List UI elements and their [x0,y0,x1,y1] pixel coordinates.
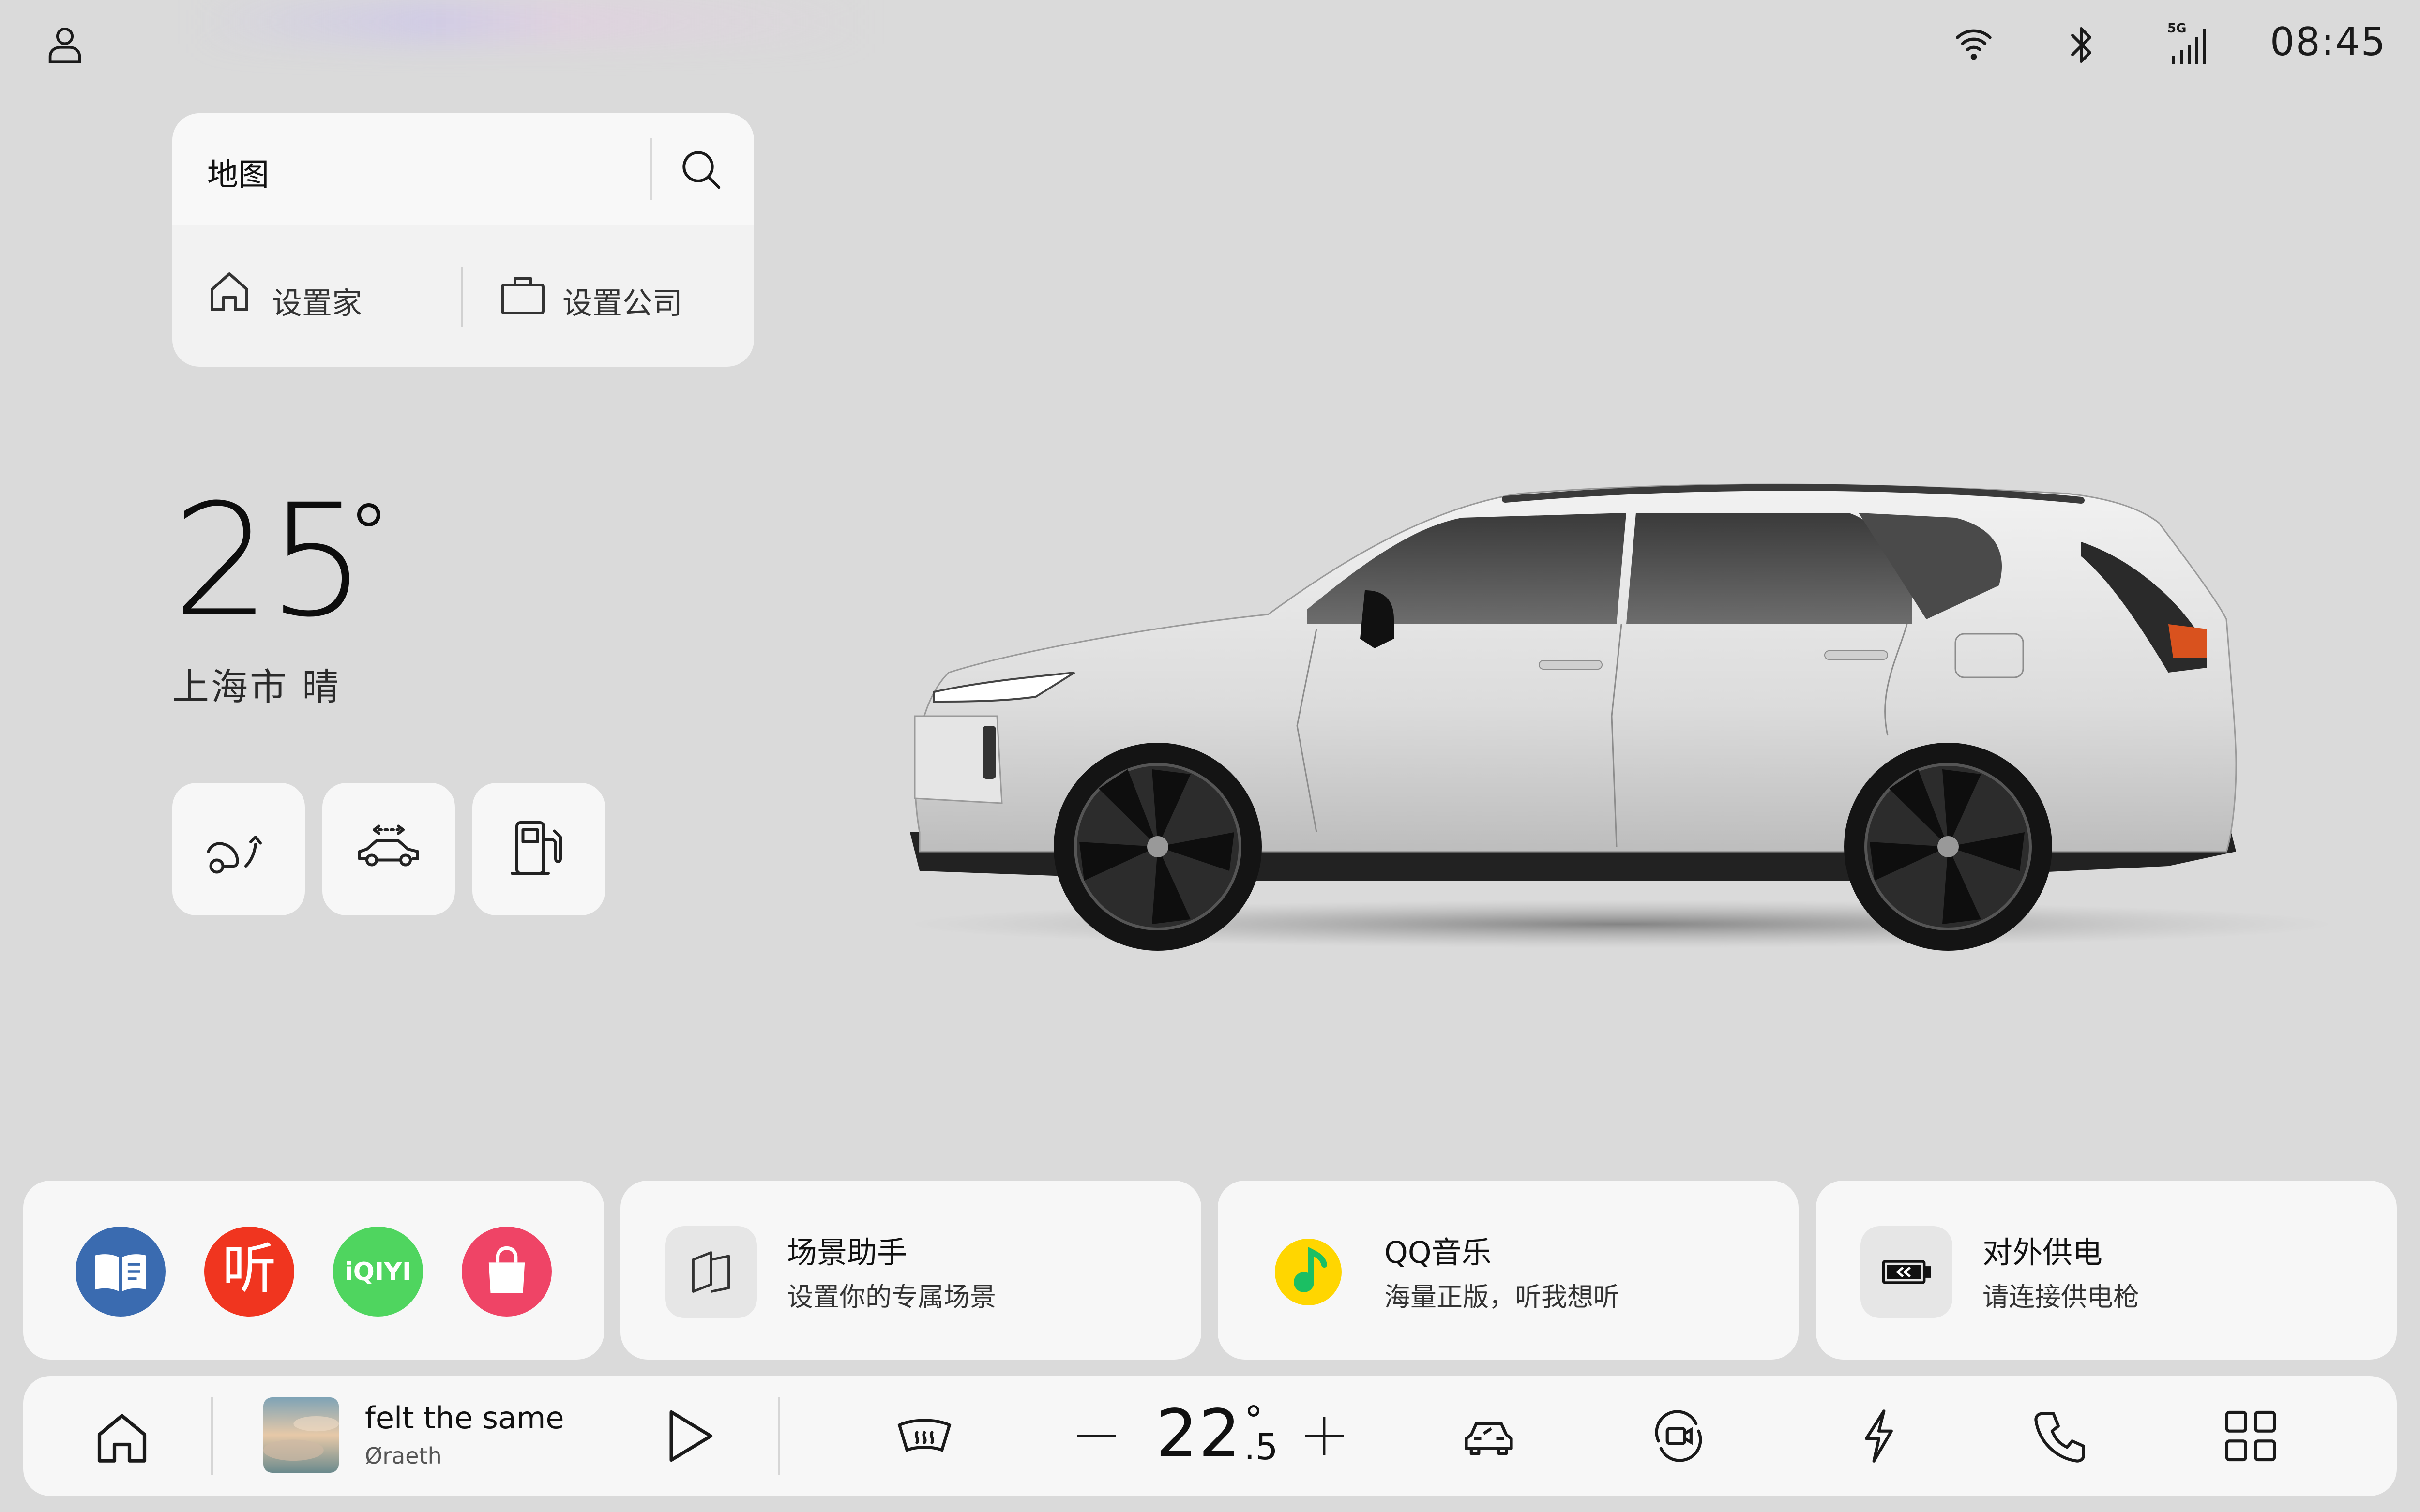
scene-assistant-title: 场景助手 [787,1235,908,1270]
qq-music-subtitle: 海量正版，听我想听 [1384,1282,1619,1312]
map-search-bar[interactable]: 地图 [172,113,754,225]
home-icon[interactable] [206,268,253,314]
scene-assistant-widget[interactable]: 场景助手 设置你的专属场景 [620,1181,1201,1360]
driving-camera-icon[interactable] [1649,1406,1709,1466]
car-settings-icon[interactable] [1459,1406,1519,1466]
clock-time: 08:45 [2270,19,2387,64]
apps-widget: 听 iQIYI [23,1181,604,1360]
temperature-degree-symbol [1248,1405,1259,1417]
dock-separator [211,1397,213,1475]
user-icon[interactable] [46,25,83,66]
network-type-label: 5G [2167,21,2187,36]
degree-symbol [357,503,380,526]
play-icon[interactable] [654,1402,722,1470]
map-search-divider [650,138,652,200]
qq-music-icon-box [1262,1226,1354,1318]
top-ambient-glow [194,0,871,44]
set-work-button[interactable]: 设置公司 [562,279,682,322]
home-icon[interactable] [92,1407,152,1467]
fuel-button[interactable] [472,783,605,915]
temperature-decrease-icon[interactable] [1074,1426,1120,1446]
power-output-widget[interactable]: 对外供电 请连接供电枪 [1816,1181,2397,1360]
charging-icon[interactable] [1849,1406,1909,1466]
bluetooth-icon[interactable] [2067,23,2096,67]
map-card[interactable]: 地图 设置家 设置公司 [172,113,754,367]
ting-app-label: 听 [222,1238,276,1301]
wifi-icon[interactable] [1953,23,1994,64]
iqiyi-app-label: iQIYI [344,1258,412,1287]
cabin-temperature: 22 [1156,1396,1242,1472]
iqiyi-app-icon[interactable]: iQIYI [333,1227,423,1317]
set-home-button[interactable]: 设置家 [272,279,362,322]
track-artist: Øraeth [365,1443,442,1469]
qq-music-icon [1272,1236,1345,1308]
qq-music-title: QQ音乐 [1384,1235,1492,1270]
scene-icon-box [665,1226,757,1318]
briefcase-icon[interactable] [499,273,546,316]
vehicle-image[interactable] [881,464,2338,958]
cabin-temperature-decimal: .5 [1244,1426,1278,1468]
search-icon[interactable] [679,147,722,191]
front-wheel [1054,743,1262,951]
album-art[interactable] [263,1397,339,1473]
weather-description: 上海市 晴 [172,665,341,708]
car-height-icon [352,813,425,885]
battery-icon-box [1860,1226,1952,1318]
book-app-icon[interactable] [76,1227,166,1317]
scene-assistant-subtitle: 设置你的专属场景 [787,1282,996,1312]
track-title: felt the same [365,1400,564,1436]
trunk-button[interactable] [172,783,305,915]
rear-wheel [1844,743,2052,951]
scene-icon [684,1245,738,1299]
app-grid-icon[interactable] [2221,1406,2281,1466]
qq-music-widget[interactable]: QQ音乐 海量正版，听我想听 [1218,1181,1799,1360]
map-shortcut-divider [461,267,463,327]
battery-discharge-icon [1880,1245,1933,1299]
power-output-title: 对外供电 [1982,1235,2103,1270]
power-output-subtitle: 请连接供电枪 [1982,1282,2139,1312]
trunk-icon [202,813,275,885]
suspension-button[interactable] [322,783,455,915]
bottom-dock: felt the same Øraeth 22 .5 [23,1376,2397,1496]
temperature-increase-icon[interactable] [1301,1413,1347,1459]
fuel-pump-icon [502,813,575,885]
dock-separator [778,1397,780,1475]
phone-icon[interactable] [2031,1406,2091,1466]
map-title: 地图 [207,157,269,193]
windshield-defrost-icon[interactable] [894,1405,954,1465]
ting-app-icon[interactable]: 听 [204,1227,294,1317]
weather-temperature: 25 [172,471,366,651]
store-app-icon[interactable] [462,1227,552,1317]
